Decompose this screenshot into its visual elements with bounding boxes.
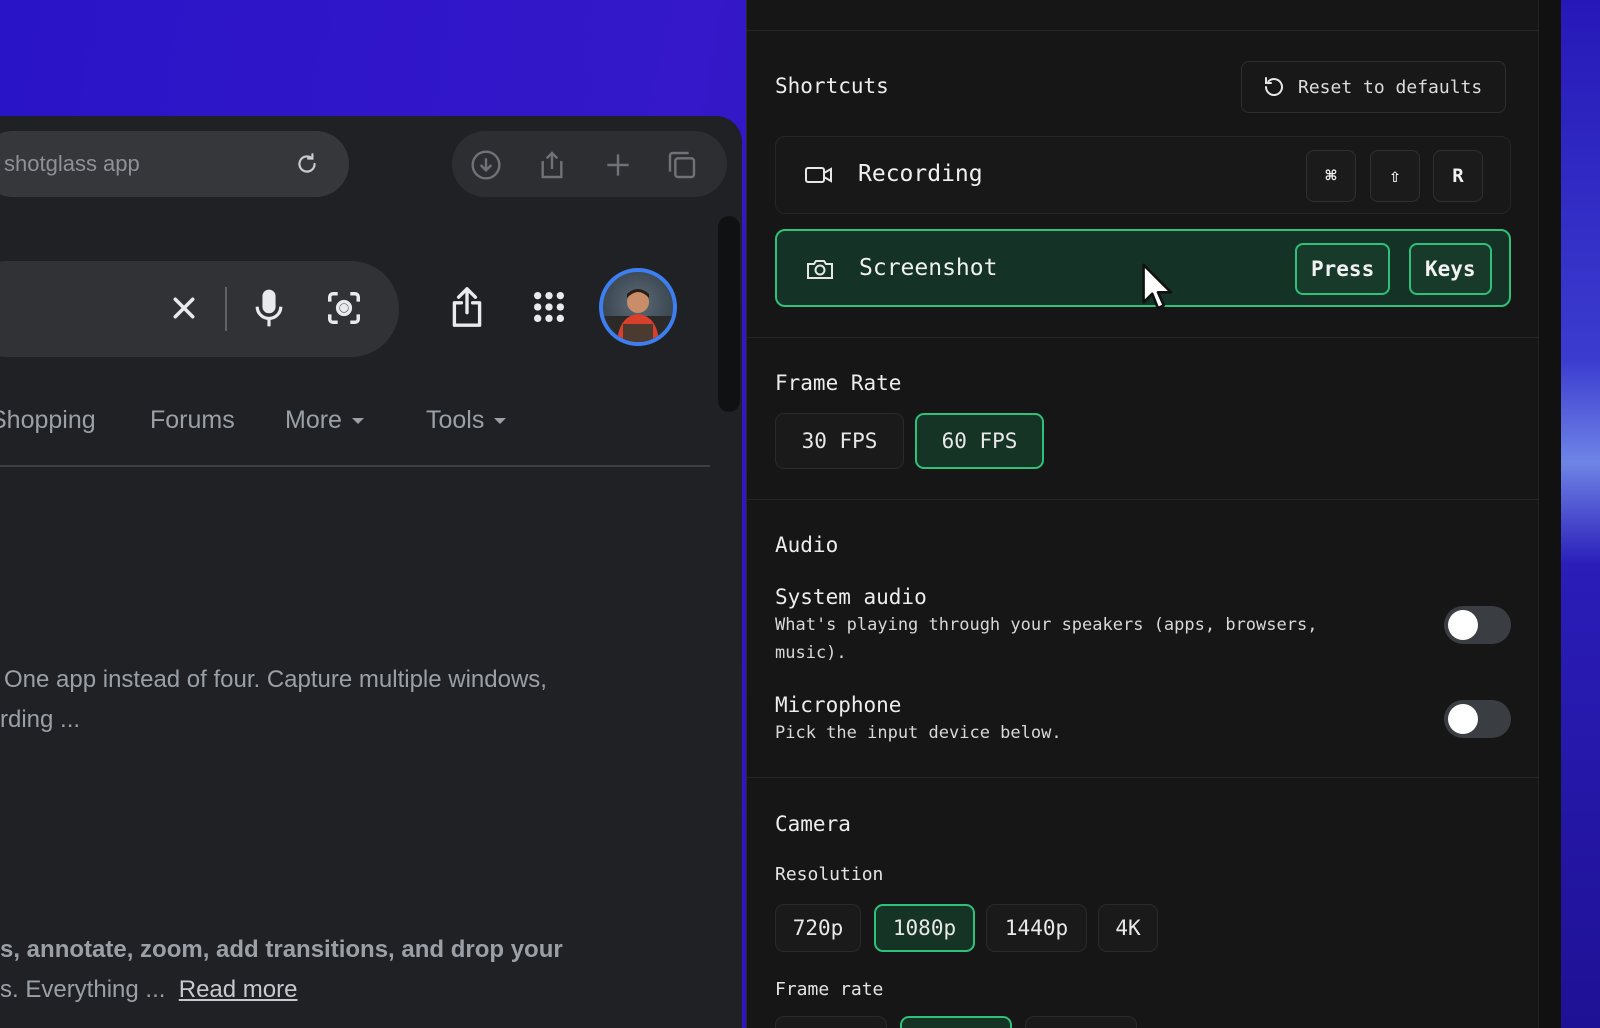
result-snippet-line: s. Everything ... Read more: [0, 970, 297, 1010]
resolution-1080p-option[interactable]: 1080p: [874, 904, 975, 952]
reset-defaults-button[interactable]: Reset to defaults: [1241, 61, 1506, 113]
microphone-toggle[interactable]: [1444, 700, 1511, 738]
new-tab-icon[interactable]: [602, 149, 634, 181]
shortcuts-heading: Shortcuts: [775, 74, 889, 98]
tab-tools[interactable]: Tools: [426, 406, 507, 435]
reload-icon[interactable]: [294, 151, 320, 177]
reset-icon: [1265, 77, 1283, 96]
download-icon[interactable]: [470, 149, 502, 181]
search-divider: [225, 287, 227, 331]
browser-window: shotglass app Shopping Forums More Tools…: [0, 116, 742, 1028]
key-shift: ⇧: [1370, 150, 1420, 202]
microphone-icon[interactable]: [253, 287, 285, 329]
tab-overview-icon[interactable]: [666, 149, 698, 181]
system-audio-description: What's playing through your speakers (ap…: [775, 615, 1318, 663]
section-divider: [747, 777, 1539, 778]
avatar-photo-icon: [603, 289, 673, 342]
key-r: R: [1433, 150, 1483, 202]
shortcut-row-recording[interactable]: Recording ⌘ ⇧ R: [775, 136, 1511, 214]
key-command: ⌘: [1306, 150, 1356, 202]
fps-30-option[interactable]: 30 FPS: [775, 413, 904, 469]
audio-heading: Audio: [775, 533, 839, 557]
shortcut-label: Screenshot: [859, 255, 998, 281]
address-bar[interactable]: shotglass app: [0, 131, 349, 197]
tab-more[interactable]: More: [285, 406, 364, 435]
section-divider: [747, 337, 1539, 338]
panel-edge: [1538, 0, 1561, 1028]
result-snippet-line: rding ...: [0, 706, 81, 733]
tab-shopping-label: Shopping: [0, 406, 96, 434]
apps-grid-icon[interactable]: [532, 290, 566, 324]
chevron-down-icon: [351, 417, 364, 424]
account-avatar[interactable]: [599, 268, 677, 346]
address-text: shotglass app: [4, 151, 140, 176]
tab-more-label: More: [285, 406, 342, 434]
camera-fps-option[interactable]: [775, 1016, 887, 1028]
shortcut-label: Recording: [858, 161, 983, 187]
result-snippet-line: One app instead of four. Capture multipl…: [4, 666, 547, 693]
resolution-label: Resolution: [775, 864, 884, 885]
section-divider: [747, 30, 1539, 31]
camera-icon: [807, 260, 833, 279]
reset-defaults-label: Reset to defaults: [1298, 76, 1483, 98]
key-press: Press: [1295, 243, 1391, 295]
mouse-cursor-icon: [1142, 263, 1173, 310]
section-divider: [747, 499, 1539, 500]
microphone-label: Microphone: [775, 693, 902, 717]
toggle-knob: [1448, 704, 1478, 734]
clear-search-icon[interactable]: [169, 293, 199, 323]
camera-fps-option-selected[interactable]: [900, 1016, 1012, 1028]
nav-divider: [0, 465, 710, 467]
resolution-1440p-option[interactable]: 1440p: [986, 904, 1087, 952]
camera-heading: Camera: [775, 812, 851, 836]
tab-tools-label: Tools: [426, 406, 485, 434]
tab-forums-label: Forums: [150, 406, 235, 434]
toggle-knob: [1448, 610, 1478, 640]
share-icon[interactable]: [536, 149, 568, 181]
chevron-down-icon: [494, 417, 507, 424]
browser-toolbar: [452, 131, 727, 197]
read-more-link[interactable]: Read more: [179, 976, 298, 1003]
settings-panel: Shortcuts Reset to defaults Recording ⌘ …: [746, 0, 1561, 1028]
tab-shopping[interactable]: Shopping: [0, 406, 96, 435]
search-nav-tabs: Shopping Forums More Tools: [0, 406, 710, 466]
tab-forums[interactable]: Forums: [150, 406, 235, 435]
microphone-description: Pick the input device below.: [775, 723, 1062, 743]
lens-icon[interactable]: [325, 289, 363, 327]
camera-fps-option[interactable]: [1025, 1016, 1137, 1028]
key-keys: Keys: [1409, 243, 1492, 295]
system-audio-label: System audio: [775, 585, 927, 609]
desktop-background: [1561, 0, 1600, 1028]
search-box[interactable]: [0, 261, 399, 357]
result-snippet-line: s, annotate, zoom, add transitions, and …: [0, 936, 563, 963]
resolution-4k-option[interactable]: 4K: [1098, 904, 1158, 952]
video-camera-icon: [805, 167, 832, 183]
frame-rate-heading: Frame Rate: [775, 371, 902, 395]
camera-frame-rate-label: Frame rate: [775, 979, 884, 1000]
fps-60-option[interactable]: 60 FPS: [915, 413, 1044, 469]
resolution-720p-option[interactable]: 720p: [775, 904, 861, 952]
scrollbar[interactable]: [718, 216, 740, 412]
system-audio-toggle[interactable]: [1444, 606, 1511, 644]
result-snippet-text: s. Everything ...: [0, 976, 166, 1003]
share-page-icon[interactable]: [450, 286, 484, 328]
